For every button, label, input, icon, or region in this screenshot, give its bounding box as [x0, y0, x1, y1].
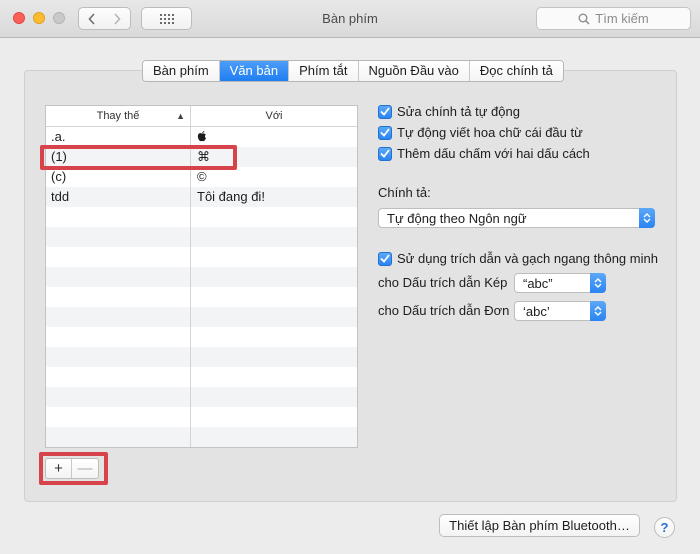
double-quotes-label: cho Dấu trích dẫn Kép: [378, 275, 508, 290]
empty-row: [46, 207, 357, 227]
column-header-replace-label: Thay thế: [96, 110, 140, 122]
sort-ascending-icon: ▲: [176, 111, 185, 121]
empty-row: [46, 447, 357, 448]
with-cell: [191, 127, 357, 147]
table-header: Thay thế ▲ Với: [46, 106, 357, 127]
table-row[interactable]: (c) ©: [46, 167, 357, 187]
table-body: .a. (1) ⌘ (c) © tdd Tôi đang đi!: [46, 127, 357, 448]
search-placeholder: Tìm kiếm: [595, 11, 649, 26]
empty-row: [46, 247, 357, 267]
with-cell: Tôi đang đi!: [197, 189, 265, 204]
checkmark-icon: [380, 149, 390, 158]
tab-input-sources[interactable]: Nguồn Đầu vào: [358, 61, 470, 81]
tab-text[interactable]: Văn bản: [219, 61, 290, 81]
period-option[interactable]: Thêm dấu chấm với hai dấu cách: [378, 146, 590, 161]
title-bar: Bàn phím Tìm kiếm: [0, 0, 700, 38]
smart-quotes-option[interactable]: Sử dụng trích dẫn và gạch ngang thông mi…: [378, 251, 658, 266]
checkmark-icon: [380, 107, 390, 116]
autocorrect-checkbox[interactable]: [378, 104, 392, 119]
table-row[interactable]: tdd Tôi đang đi!: [46, 187, 357, 207]
tab-bar: Bàn phím Văn bản Phím tắt Nguồn Đầu vào …: [142, 60, 564, 82]
autocorrect-label: Sửa chính tả tự động: [397, 104, 520, 119]
autocorrect-option[interactable]: Sửa chính tả tự động: [378, 104, 520, 119]
smart-quotes-label: Sử dụng trích dẫn và gạch ngang thông mi…: [397, 251, 658, 266]
empty-row: [46, 407, 357, 427]
replace-cell: (c): [46, 167, 191, 187]
spelling-label: Chính tả:: [378, 185, 431, 200]
capitalize-option[interactable]: Tự động viết hoa chữ cái đầu từ: [378, 125, 583, 140]
replace-cell: .a.: [46, 127, 191, 147]
empty-row: [46, 347, 357, 367]
search-field[interactable]: Tìm kiếm: [536, 7, 691, 30]
smart-quotes-checkbox[interactable]: [378, 251, 392, 266]
single-quotes-popup[interactable]: ‘abc’: [514, 301, 606, 321]
help-button[interactable]: ?: [654, 517, 675, 538]
double-quotes-value: “abc”: [523, 275, 553, 291]
column-header-with[interactable]: Với: [191, 106, 357, 126]
checkmark-icon: [380, 254, 390, 263]
period-checkbox[interactable]: [378, 146, 392, 161]
updown-arrows-icon: [590, 273, 606, 293]
checkmark-icon: [380, 128, 390, 137]
replace-cell: tdd: [46, 187, 191, 207]
search-icon: [578, 13, 590, 25]
spelling-popup[interactable]: Tự động theo Ngôn ngữ: [378, 208, 655, 228]
apple-logo-icon: [197, 130, 206, 142]
bluetooth-keyboard-setup-button[interactable]: Thiết lập Bàn phím Bluetooth…: [439, 514, 640, 537]
capitalize-checkbox[interactable]: [378, 125, 392, 140]
table-row[interactable]: .a.: [46, 127, 357, 147]
empty-row: [46, 387, 357, 407]
column-header-replace[interactable]: Thay thế ▲: [46, 106, 191, 126]
empty-row: [46, 427, 357, 447]
with-cell: ©: [197, 169, 207, 184]
single-quotes-label: cho Dấu trích dẫn Đơn: [378, 303, 510, 318]
single-quotes-value: ‘abc’: [523, 303, 550, 319]
updown-arrows-icon: [590, 301, 606, 321]
empty-row: [46, 227, 357, 247]
highlight-box-row: [40, 145, 237, 170]
empty-row: [46, 287, 357, 307]
tab-shortcuts[interactable]: Phím tắt: [289, 61, 359, 81]
double-quotes-popup[interactable]: “abc”: [514, 273, 606, 293]
empty-row: [46, 367, 357, 387]
empty-row: [46, 307, 357, 327]
tab-dictation[interactable]: Đọc chính tả: [469, 61, 563, 81]
capitalize-label: Tự động viết hoa chữ cái đầu từ: [397, 125, 583, 140]
tab-keyboard[interactable]: Bàn phím: [143, 61, 220, 81]
updown-arrows-icon: [639, 208, 655, 228]
period-label: Thêm dấu chấm với hai dấu cách: [397, 146, 590, 161]
empty-row: [46, 327, 357, 347]
spelling-value: Tự động theo Ngôn ngữ: [387, 210, 527, 226]
highlight-box-buttons: [39, 452, 108, 485]
empty-row: [46, 267, 357, 287]
